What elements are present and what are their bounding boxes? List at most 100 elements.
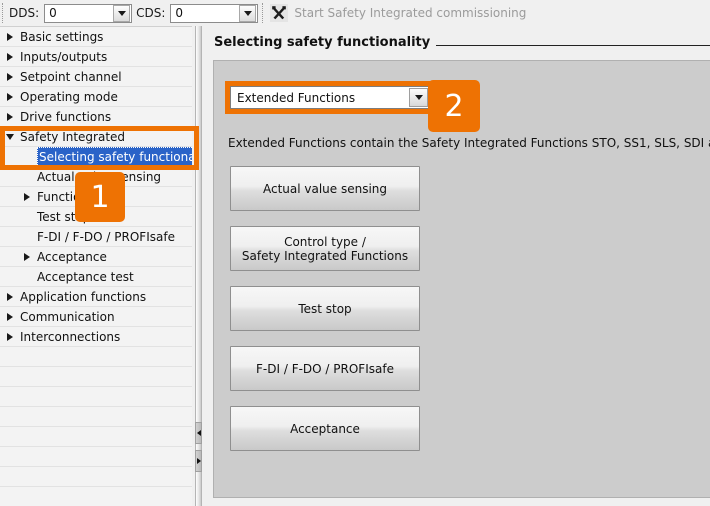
callout-badge-2: 2 [428,80,480,132]
function-button-label: F-DI / F-DO / PROFIsafe [256,361,394,376]
sidebar-item-label: Operating mode [20,90,118,104]
sidebar-empty-row [0,467,192,487]
triangle-down-icon [6,134,14,140]
panel-splitter[interactable] [192,26,206,506]
sidebar-item-label: Acceptance test [37,270,134,284]
expander-closed-icon[interactable] [3,87,17,106]
sidebar-empty-row [0,387,192,407]
sidebar-item-label: Selecting safety functionality [37,147,192,166]
crossed-tools-icon [270,4,289,22]
page-title: Selecting safety functionality [214,34,431,50]
chevron-down-icon [243,10,252,16]
expander-closed-icon[interactable] [3,67,17,86]
sidebar-item-label: Setpoint channel [20,70,122,84]
sidebar-item[interactable]: Selecting safety functionality [0,147,192,167]
expander-closed-icon[interactable] [20,247,34,266]
function-button[interactable]: Actual value sensing [230,166,420,211]
sidebar-item[interactable]: Acceptance test [0,267,192,287]
triangle-right-icon [24,253,30,261]
function-button-label: Acceptance [290,421,360,436]
expander-closed-icon[interactable] [3,27,17,46]
triangle-right-icon [7,93,13,101]
expander-open-icon[interactable] [3,127,17,146]
navigation-tree: Basic settings Inputs/outputs Setpoint cha… [0,27,192,506]
sidebar-item[interactable]: Interconnections [0,327,192,347]
sidebar-item[interactable]: Acceptance [0,247,192,267]
sidebar-empty-row [0,407,192,427]
sidebar-item-label: F-DI / F-DO / PROFIsafe [37,230,175,244]
sidebar-item[interactable]: Basic settings [0,27,192,47]
sidebar-item-label: Interconnections [20,330,121,344]
function-button-label-line2: Safety Integrated Functions [241,248,409,263]
function-button-label: Control type / [284,234,366,249]
splitter-collapse-right-button[interactable] [195,450,202,472]
sidebar-item-label: Drive functions [20,110,112,124]
expander-closed-icon[interactable] [3,307,17,326]
toolbar-separator-1 [2,3,3,23]
cds-label: CDS: [136,6,166,20]
sidebar-empty-row [0,427,192,447]
sidebar-item[interactable]: Drive functions [0,107,192,127]
expander-closed-icon[interactable] [3,287,17,306]
cds-group: CDS: 0 [134,3,260,23]
triangle-right-icon [7,313,13,321]
triangle-right-icon [7,293,13,301]
functionality-description: Extended Functions contain the Safety In… [228,136,710,150]
sidebar-item-label: Basic settings [20,30,104,44]
toolbar: DDS: 0 CDS: 0 Start Safety Integrated co… [0,0,710,26]
triangle-right-icon [7,53,13,61]
title-rule [436,44,710,46]
expander-closed-icon[interactable] [3,107,17,126]
cds-value: 0 [175,6,184,20]
cds-dropdown[interactable]: 0 [170,3,259,23]
triangle-right-icon [7,333,13,341]
application-window: DDS: 0 CDS: 0 Start Safety Integrated co… [0,0,710,506]
sidebar-item[interactable]: F-DI / F-DO / PROFIsafe [0,227,192,247]
sidebar-item[interactable]: Safety Integrated [0,127,192,147]
sidebar-item-label: Communication [20,310,115,324]
sidebar-empty-row [0,367,192,387]
sidebar-item-label: Application functions [20,290,147,304]
toolbar-separator-2 [262,3,264,23]
expander-closed-icon[interactable] [3,327,17,346]
chevron-down-icon [117,10,126,16]
function-button-label: Actual value sensing [262,181,388,196]
triangle-right-icon [7,33,13,41]
sidebar-item[interactable]: Operating mode [0,87,192,107]
start-safety-commissioning-label: Start Safety Integrated commissioning [294,6,527,20]
sidebar-item-label: Inputs/outputs [20,50,108,64]
triangle-right-icon [7,113,13,121]
triangle-right-icon [24,193,30,201]
function-button-label: Test stop [298,301,352,316]
splitter-collapse-left-button[interactable] [195,422,202,444]
function-button[interactable]: F-DI / F-DO / PROFIsafe [230,346,420,391]
dds-value: 0 [49,6,57,20]
callout-badge-1: 1 [75,172,125,222]
function-button-column: Actual value sensing Control type / Safety… [230,166,420,466]
function-button[interactable]: Control type / Safety Integrated Function… [230,226,420,271]
expander-closed-icon[interactable] [20,187,34,206]
dds-dropdown[interactable]: 0 [44,3,133,23]
dds-dropdown-arrow-button[interactable] [113,4,131,22]
sidebar-empty-row [0,347,192,367]
sidebar-empty-row [0,487,192,506]
function-button[interactable]: Acceptance [230,406,420,451]
sidebar-item-label: Acceptance [37,250,107,264]
dds-group: DDS: 0 [7,3,134,23]
triangle-right-icon [7,73,13,81]
expander-closed-icon[interactable] [3,47,17,66]
sidebar-item[interactable]: Setpoint channel [0,67,192,87]
navigation-sidebar: Basic settings Inputs/outputs Setpoint cha… [0,26,192,506]
chevron-left-icon [196,430,201,436]
sidebar-item[interactable]: Communication [0,307,192,327]
sidebar-item[interactable]: Application functions [0,287,192,307]
sidebar-item-label: Safety Integrated [20,130,126,144]
cds-dropdown-arrow-button[interactable] [239,4,257,22]
start-safety-commissioning-button[interactable]: Start Safety Integrated commissioning [267,4,526,22]
sidebar-item[interactable]: Inputs/outputs [0,47,192,67]
dds-label: DDS: [9,6,40,20]
page-title-row: Selecting safety functionality [214,32,710,52]
highlight-box-selection-combo [225,81,435,114]
sidebar-empty-row [0,447,192,467]
function-button[interactable]: Test stop [230,286,420,331]
